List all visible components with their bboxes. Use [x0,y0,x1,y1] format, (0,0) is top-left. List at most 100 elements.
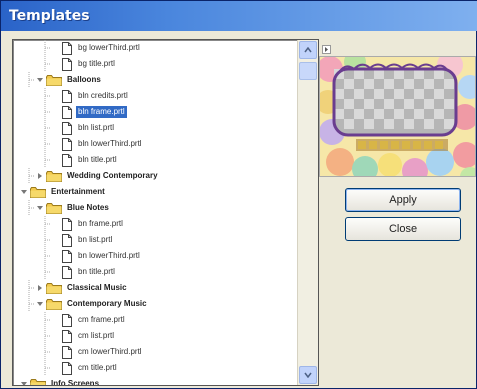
file-icon [62,217,72,231]
tree-folder-row[interactable]: Info Screens [13,376,297,385]
chevron-down-icon [304,372,312,378]
file-icon [62,265,72,279]
file-icon [62,345,72,359]
folder-icon [46,170,62,182]
tree-item-label: bln frame.prtl [76,106,127,118]
tree-item-label: bln credits.prtl [78,91,128,100]
tree-file-row[interactable]: bn title.prtl [13,264,297,280]
tree-file-row[interactable]: cm title.prtl [13,360,297,376]
file-icon [62,361,72,375]
tree-item-label: Contemporary Music [67,299,147,308]
tree-file-row[interactable]: bn frame.prtl [13,216,297,232]
folder-icon [46,282,62,294]
tree-folder-row[interactable]: Balloons [13,72,297,88]
triangle-right-icon [325,47,328,52]
tree-item-label: cm list.prtl [78,331,114,340]
vertical-scrollbar[interactable] [297,40,318,385]
tree-item-label: bg lowerThird.prtl [78,43,140,52]
tree-file-row[interactable]: bln list.prtl [13,120,297,136]
tree-item-label: cm lowerThird.prtl [78,347,142,356]
tree-item-label: Wedding Contemporary [67,171,158,180]
templates-dialog: Templates bg lowerThird.prtl bg title.prt… [0,0,477,389]
file-icon [62,121,72,135]
expand-down-icon[interactable] [19,380,28,385]
chevron-up-icon [304,47,312,53]
file-icon [62,41,72,55]
tree-folder-row[interactable]: Entertainment [13,184,297,200]
folder-icon [30,186,46,198]
title-bar: Templates [1,1,477,31]
tree-file-row[interactable]: bln title.prtl [13,152,297,168]
file-icon [62,153,72,167]
apply-button[interactable]: Apply [345,188,461,212]
folder-icon [46,202,62,214]
tree-file-row[interactable]: bn lowerThird.prtl [13,248,297,264]
tree-file-row[interactable]: bln credits.prtl [13,88,297,104]
tree-file-row[interactable]: bg title.prtl [13,56,297,72]
file-icon [62,137,72,151]
tree-file-row[interactable]: bln lowerThird.prtl [13,136,297,152]
tree-item-label: bln lowerThird.prtl [78,139,142,148]
expand-down-icon[interactable] [19,188,28,197]
preview-expand-toggle[interactable] [322,45,331,54]
tree-file-row[interactable]: cm lowerThird.prtl [13,344,297,360]
tree-item-label: Balloons [67,75,101,84]
tree-folder-row[interactable]: Classical Music [13,280,297,296]
tree-file-row[interactable]: bn list.prtl [13,232,297,248]
file-icon [62,313,72,327]
tree-item-label: bn list.prtl [78,235,113,244]
tree-item-label: bln title.prtl [78,155,117,164]
expand-down-icon[interactable] [35,204,44,213]
expand-down-icon[interactable] [35,76,44,85]
tree-file-row[interactable]: cm frame.prtl [13,312,297,328]
tree-item-label: Classical Music [67,283,127,292]
file-icon [62,89,72,103]
expand-right-icon[interactable] [35,172,44,181]
tree-file-row[interactable]: cm list.prtl [13,328,297,344]
folder-icon [30,378,46,385]
tree-item-label: bn lowerThird.prtl [78,251,140,260]
close-button[interactable]: Close [345,217,461,241]
tree-item-label: Blue Notes [67,203,109,212]
tree-file-row[interactable]: bln frame.prtl [13,104,297,120]
folder-icon [46,298,62,310]
expand-right-icon[interactable] [35,284,44,293]
file-icon [62,233,72,247]
tree-folder-row[interactable]: Contemporary Music [13,296,297,312]
file-icon [62,57,72,71]
tree-folder-row[interactable]: Blue Notes [13,200,297,216]
tree-item-label: bn title.prtl [78,267,115,276]
tree-folder-row[interactable]: Wedding Contemporary [13,168,297,184]
file-icon [62,105,72,119]
scroll-thumb[interactable] [299,62,317,80]
tree-item-label: Info Screens [51,379,100,385]
balloons-preview-image [320,57,475,176]
tree-item-label: bln list.prtl [78,123,115,132]
expand-down-icon[interactable] [35,300,44,309]
tree-item-label: bn frame.prtl [78,219,123,228]
scroll-up-button[interactable] [299,41,317,59]
scroll-down-button[interactable] [299,366,317,384]
template-preview [319,56,476,177]
folder-icon [46,74,62,86]
tree-item-label: Entertainment [51,187,105,196]
tree-file-row[interactable]: bg lowerThird.prtl [13,40,297,56]
tree-item-label: cm title.prtl [78,363,117,372]
file-icon [62,249,72,263]
window-title: Templates [9,8,90,24]
template-tree: bg lowerThird.prtl bg title.prtl Balloons b… [13,40,297,385]
